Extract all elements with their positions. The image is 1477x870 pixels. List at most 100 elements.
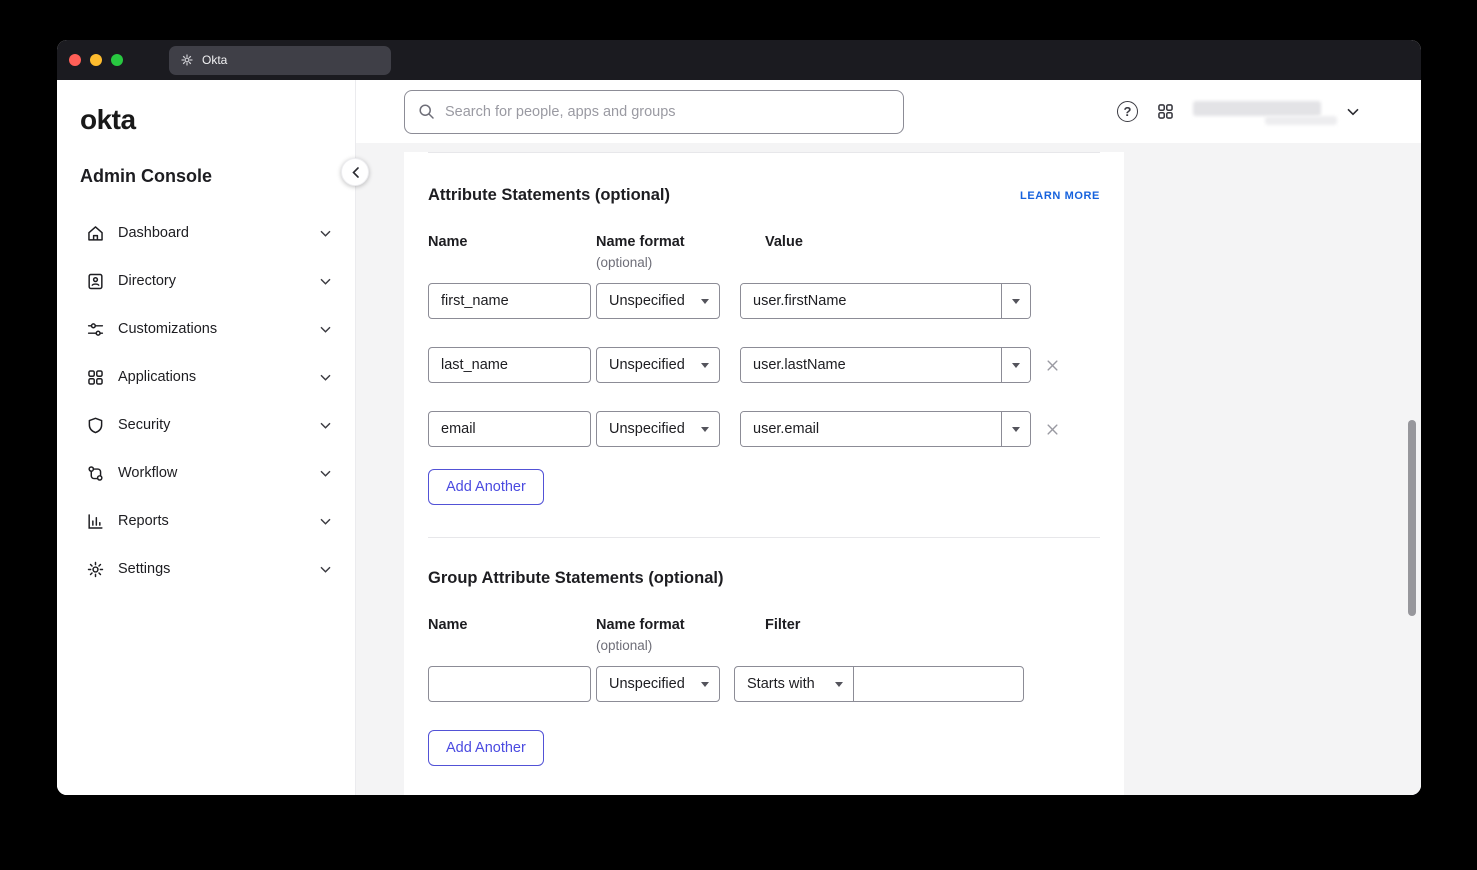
maximize-window-button[interactable] xyxy=(111,54,123,66)
name-format-select[interactable]: Unspecified xyxy=(596,347,720,383)
sidebar-item-label: Settings xyxy=(118,561,170,577)
name-format-value: Unspecified xyxy=(609,421,685,437)
name-format-value: Unspecified xyxy=(609,676,685,692)
column-name-format-note: (optional) xyxy=(596,255,740,270)
redacted-username xyxy=(1193,99,1339,125)
section-divider xyxy=(428,537,1100,538)
directory-icon xyxy=(86,272,105,291)
name-format-select[interactable]: Unspecified xyxy=(596,283,720,319)
column-name-format-note: (optional) xyxy=(596,638,740,653)
sidebar-item-workflow[interactable]: Workflow xyxy=(57,449,355,497)
sidebar-item-reports[interactable]: Reports xyxy=(57,497,355,545)
sidebar-item-settings[interactable]: Settings xyxy=(57,545,355,593)
filter-type-value: Starts with xyxy=(747,676,815,692)
customizations-icon xyxy=(86,320,105,339)
chevron-down-icon xyxy=(320,230,331,237)
content-area: Attribute Statements (optional) LEARN MO… xyxy=(356,143,1421,795)
topbar-actions: ? xyxy=(1117,99,1421,125)
global-search-box[interactable] xyxy=(404,90,904,134)
vertical-scrollbar[interactable] xyxy=(1408,420,1416,616)
sidebar-item-label: Security xyxy=(118,417,170,433)
gear-icon xyxy=(86,560,105,579)
sidebar-item-label: Workflow xyxy=(118,465,177,481)
sidebar-collapse-button[interactable] xyxy=(341,158,369,186)
attribute-value-input[interactable] xyxy=(741,284,1001,318)
section-divider xyxy=(428,152,1100,153)
admin-console-title: Admin Console xyxy=(57,136,355,187)
column-name-format: Name format (optional) xyxy=(596,617,740,653)
group-columns-header: Name Name format (optional) Filter xyxy=(428,617,1100,653)
dropdown-arrow-icon xyxy=(1012,427,1020,432)
search-input[interactable] xyxy=(445,104,890,120)
user-account-menu[interactable] xyxy=(1193,99,1359,125)
topbar: ? xyxy=(356,80,1421,143)
dropdown-arrow-icon xyxy=(701,363,709,368)
sidebar-item-dashboard[interactable]: Dashboard xyxy=(57,209,355,257)
minimize-window-button[interactable] xyxy=(90,54,102,66)
column-value: Value xyxy=(740,234,803,270)
sidebar-item-label: Customizations xyxy=(118,321,217,337)
browser-tab-okta[interactable]: Okta xyxy=(169,46,391,75)
remove-row-icon[interactable] xyxy=(1046,359,1059,372)
sidebar-item-label: Reports xyxy=(118,513,169,529)
chevron-down-icon xyxy=(320,278,331,285)
remove-row-icon[interactable] xyxy=(1046,423,1059,436)
attribute-row: Unspecified xyxy=(428,283,1100,319)
attribute-name-input[interactable] xyxy=(428,411,591,447)
column-name: Name xyxy=(428,234,596,270)
value-dropdown-button[interactable] xyxy=(1001,412,1030,446)
add-another-attribute-button[interactable]: Add Another xyxy=(428,469,544,505)
group-name-input[interactable] xyxy=(428,666,591,702)
window-titlebar: Okta xyxy=(57,40,1421,80)
attribute-name-input[interactable] xyxy=(428,283,591,319)
chevron-down-icon xyxy=(320,326,331,333)
name-format-select[interactable]: Unspecified xyxy=(596,666,720,702)
value-dropdown-button[interactable] xyxy=(1001,348,1030,382)
home-icon xyxy=(86,224,105,243)
filter-value-input[interactable] xyxy=(853,666,1024,702)
browser-window: Okta okta Admin Console Dashboard xyxy=(57,40,1421,795)
learn-more-link[interactable]: LEARN MORE xyxy=(1020,190,1100,202)
name-format-value: Unspecified xyxy=(609,357,685,373)
attribute-name-input[interactable] xyxy=(428,347,591,383)
app-frame: okta Admin Console Dashboard Dire xyxy=(57,80,1421,795)
okta-favicon-icon xyxy=(180,53,194,67)
sidebar-item-customizations[interactable]: Customizations xyxy=(57,305,355,353)
traffic-lights xyxy=(57,54,123,66)
attribute-value-input[interactable] xyxy=(741,412,1001,446)
attribute-value-combobox xyxy=(740,283,1031,319)
attribute-value-combobox xyxy=(740,411,1031,447)
close-window-button[interactable] xyxy=(69,54,81,66)
help-icon[interactable]: ? xyxy=(1117,101,1138,122)
value-dropdown-button[interactable] xyxy=(1001,284,1030,318)
group-filter-group: Starts with xyxy=(734,666,1024,702)
app-switcher-icon[interactable] xyxy=(1156,102,1175,121)
dropdown-arrow-icon xyxy=(701,299,709,304)
shield-icon xyxy=(86,416,105,435)
sidebar-item-directory[interactable]: Directory xyxy=(57,257,355,305)
main-area: ? xyxy=(356,80,1421,795)
dropdown-arrow-icon xyxy=(701,427,709,432)
attribute-value-input[interactable] xyxy=(741,348,1001,382)
sidebar-nav: Dashboard Directory xyxy=(57,209,355,593)
chevron-down-icon xyxy=(320,566,331,573)
name-format-select[interactable]: Unspecified xyxy=(596,411,720,447)
attribute-row: Unspecified xyxy=(428,347,1100,383)
filter-type-select[interactable]: Starts with xyxy=(734,666,854,702)
column-name: Name xyxy=(428,617,596,653)
applications-grid-icon xyxy=(86,368,105,387)
sidebar-item-label: Directory xyxy=(118,273,176,289)
sidebar-item-security[interactable]: Security xyxy=(57,401,355,449)
column-name-format: Name format (optional) xyxy=(596,234,740,270)
add-another-group-attribute-button[interactable]: Add Another xyxy=(428,730,544,766)
search-icon xyxy=(418,103,435,120)
sidebar-item-applications[interactable]: Applications xyxy=(57,353,355,401)
tab-title: Okta xyxy=(202,53,227,67)
name-format-value: Unspecified xyxy=(609,293,685,309)
sidebar-item-label: Dashboard xyxy=(118,225,189,241)
attribute-row: Unspecified xyxy=(428,411,1100,447)
attribute-rows: Unspecified Unspecified xyxy=(428,283,1100,447)
okta-logo: okta xyxy=(57,80,355,136)
bar-chart-icon xyxy=(86,512,105,531)
group-attribute-row: Unspecified Starts with xyxy=(428,666,1100,702)
